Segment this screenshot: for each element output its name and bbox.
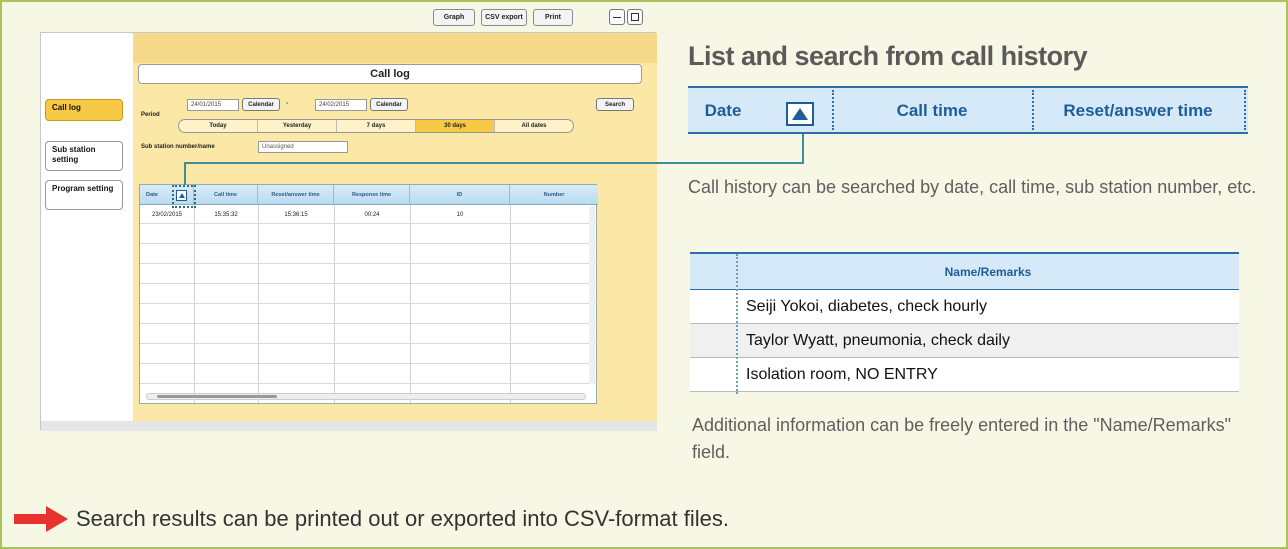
red-arrow-icon	[14, 506, 70, 532]
grid-header-call-time[interactable]: Call time	[194, 185, 258, 205]
triangle-up-icon	[792, 108, 808, 120]
zoom-header-reset-answer-time: Reset/answer time	[1063, 100, 1213, 120]
grid-header-reset-answer-time[interactable]: Reset/answer time	[258, 185, 334, 205]
grid-row-line	[140, 283, 598, 284]
search-button[interactable]: Search	[596, 98, 634, 111]
grid-divider	[194, 205, 195, 403]
list-item: Taylor Wyatt, pneumonia, check daily	[690, 324, 1239, 358]
callout-connector	[184, 162, 186, 185]
print-button[interactable]: Print	[533, 9, 573, 26]
from-calendar-button[interactable]: Calendar	[242, 98, 280, 111]
table-cell-call-time: 15:35:32	[214, 212, 238, 218]
app-sidebar	[41, 33, 133, 431]
grid-header-number[interactable]: Number	[510, 185, 598, 205]
remarks-row-text: Taylor Wyatt, pneumonia, check daily	[746, 332, 1010, 349]
graph-button[interactable]: Graph	[433, 9, 475, 26]
app-toolbar	[133, 33, 657, 63]
remarks-divider	[736, 254, 738, 394]
grid-row-line	[140, 263, 598, 264]
grid-row-line	[140, 223, 598, 224]
zoom-header-call-time: Call time	[896, 100, 968, 120]
sidebar-item-program-setting[interactable]: Program setting	[45, 180, 123, 210]
grid-header-id[interactable]: ID	[410, 185, 510, 205]
grid-row-line	[140, 303, 598, 304]
grid-horizontal-scrollbar[interactable]	[146, 393, 586, 400]
grid-row-line	[140, 383, 598, 384]
grid-divider	[258, 205, 259, 403]
date-separator: -	[286, 101, 288, 107]
remarks-description: Additional information can be freely ent…	[692, 415, 1232, 462]
period-option-yesterday[interactable]: Yesterday	[258, 120, 337, 132]
substation-label: Sub station number/name	[141, 144, 215, 150]
sort-button-highlight	[172, 185, 196, 208]
remarks-row-text: Seiji Yokoi, diabetes, check hourly	[746, 298, 988, 315]
table-cell-response-time: 00:24	[364, 212, 380, 218]
grid-header-response-time[interactable]: Response time	[334, 185, 410, 205]
list-item: Seiji Yokoi, diabetes, check hourly	[690, 290, 1239, 324]
remarks-header-label: Name/Remarks	[944, 265, 1032, 279]
footer-note: Search results can be printed out or exp…	[14, 502, 729, 536]
zoom-header-divider	[1244, 90, 1246, 130]
grid-row-line	[140, 323, 598, 324]
csv-export-button[interactable]: CSV export	[481, 9, 527, 26]
footer-text: Search results can be printed out or exp…	[76, 506, 729, 531]
zoomed-column-header: Date Call time Reset/answer time	[688, 86, 1248, 134]
remarks-header: Name/Remarks	[690, 252, 1239, 290]
grid-row-line	[140, 243, 598, 244]
grid-row-line	[140, 363, 598, 364]
to-calendar-button[interactable]: Calendar	[370, 98, 408, 111]
section-heading: List and search from call history	[688, 41, 1088, 71]
table-cell-number	[510, 207, 598, 223]
to-date-field[interactable]: 24/02/2015	[315, 99, 367, 111]
app-status-strip	[41, 421, 657, 431]
table-cell-id: 10	[456, 212, 464, 218]
grid-divider	[334, 205, 335, 403]
maximize-icon[interactable]	[627, 9, 643, 25]
grid-divider	[510, 205, 511, 403]
substation-select[interactable]: Unassigned	[258, 141, 348, 153]
from-date-field[interactable]: 24/01/2015	[187, 99, 239, 111]
sort-button-enlarged[interactable]	[786, 102, 814, 126]
sidebar-item-sub-station-setting[interactable]: Sub station setting	[45, 141, 123, 171]
period-option-all-dates[interactable]: All dates	[495, 120, 573, 132]
grid-divider	[410, 205, 411, 403]
feature-panel: Graph CSV export Print Call log Call log…	[0, 0, 1288, 549]
period-option-7-days[interactable]: 7 days	[337, 120, 416, 132]
grid-row-line	[140, 343, 598, 344]
remarks-row-text: Isolation room, NO ENTRY	[746, 366, 938, 383]
name-remarks-table: Name/Remarks Seiji Yokoi, diabetes, chec…	[690, 252, 1239, 396]
list-item: Isolation room, NO ENTRY	[690, 358, 1239, 392]
search-description: Call history can be searched by date, ca…	[688, 177, 1257, 197]
call-log-grid: Date Call time Reset/answer time Respons…	[139, 184, 598, 404]
period-option-30-days[interactable]: 30 days	[416, 120, 495, 132]
zoom-header-date: Date	[704, 100, 742, 120]
table-cell-reset-time: 15:36:15	[284, 212, 308, 218]
period-option-today[interactable]: Today	[179, 120, 258, 132]
callout-connector	[184, 162, 804, 164]
minimize-icon[interactable]	[609, 9, 625, 25]
sidebar-item-call-log[interactable]: Call log	[45, 99, 123, 121]
period-selector: Today Yesterday 7 days 30 days All dates	[178, 119, 574, 133]
period-label: Period	[141, 112, 160, 118]
app-page-title: Call log	[138, 64, 642, 84]
table-cell-date: 23/02/2015	[151, 212, 183, 218]
grid-vertical-scrollbar[interactable]	[589, 206, 595, 384]
